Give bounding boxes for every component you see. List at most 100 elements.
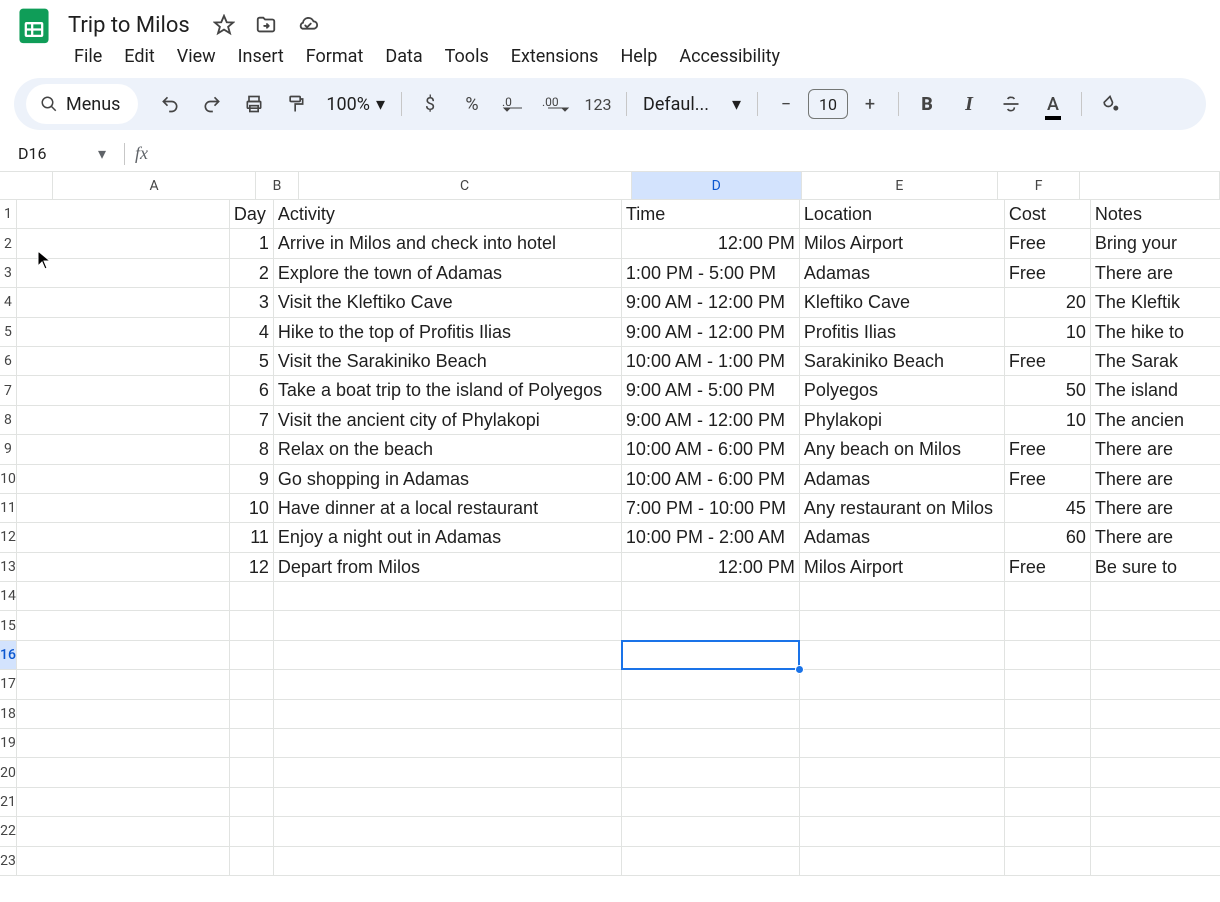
cell[interactable]: [17, 465, 230, 494]
cell[interactable]: [274, 641, 622, 670]
cloud-status-icon[interactable]: [296, 13, 320, 37]
cell[interactable]: [17, 523, 230, 552]
decrease-decimal-button[interactable]: .0: [496, 86, 532, 122]
move-folder-icon[interactable]: [254, 13, 278, 37]
row-header[interactable]: 13: [0, 553, 17, 582]
cell[interactable]: [230, 700, 274, 729]
column-header-A[interactable]: A: [53, 172, 257, 200]
cell[interactable]: Notes: [1091, 200, 1220, 229]
cell[interactable]: [17, 318, 230, 347]
row-header[interactable]: 4: [0, 288, 17, 317]
cell[interactable]: [17, 611, 230, 640]
cell[interactable]: [274, 847, 622, 876]
star-icon[interactable]: [212, 13, 236, 37]
cell[interactable]: 10:00 AM - 6:00 PM: [622, 435, 800, 464]
cell[interactable]: [622, 847, 800, 876]
row-header[interactable]: 20: [0, 758, 17, 787]
cell[interactable]: [1091, 611, 1220, 640]
cell[interactable]: [800, 582, 1005, 611]
menu-insert[interactable]: Insert: [228, 42, 294, 71]
cell[interactable]: Take a boat trip to the island of Polyeg…: [274, 376, 622, 405]
cell[interactable]: Free: [1005, 347, 1091, 376]
cell[interactable]: Activity: [274, 200, 622, 229]
cell[interactable]: The island: [1091, 376, 1220, 405]
font-family-select[interactable]: Defaul... ▾: [637, 94, 747, 115]
cell[interactable]: The ancien: [1091, 406, 1220, 435]
decrease-font-size-button[interactable]: −: [768, 86, 804, 122]
row-header[interactable]: 22: [0, 817, 17, 846]
row-headers[interactable]: 1234567891011121314151617181920212223: [0, 200, 17, 876]
cell[interactable]: [800, 670, 1005, 699]
row-header[interactable]: 9: [0, 435, 17, 464]
cell[interactable]: [800, 817, 1005, 846]
cell[interactable]: [1005, 729, 1091, 758]
more-formats-button[interactable]: 123: [580, 86, 616, 122]
cell[interactable]: [1091, 729, 1220, 758]
cell[interactable]: 8: [230, 435, 274, 464]
cell[interactable]: Sarakiniko Beach: [800, 347, 1005, 376]
cell[interactable]: 1: [230, 229, 274, 258]
row-header[interactable]: 19: [0, 729, 17, 758]
cell[interactable]: [274, 758, 622, 787]
cell[interactable]: [622, 611, 800, 640]
cell[interactable]: [622, 729, 800, 758]
select-all-corner[interactable]: [0, 172, 53, 200]
cell[interactable]: [17, 758, 230, 787]
menus-search[interactable]: Menus: [26, 84, 138, 124]
row-header[interactable]: 1: [0, 200, 17, 229]
cell[interactable]: [622, 700, 800, 729]
formula-input[interactable]: [148, 146, 1220, 162]
doc-title[interactable]: Trip to Milos: [64, 11, 194, 40]
cell[interactable]: Depart from Milos: [274, 553, 622, 582]
cell[interactable]: 9:00 AM - 5:00 PM: [622, 376, 800, 405]
cell[interactable]: 1:00 PM - 5:00 PM: [622, 259, 800, 288]
cell[interactable]: [230, 641, 274, 670]
cell[interactable]: 50: [1005, 376, 1091, 405]
paint-format-button[interactable]: [278, 86, 314, 122]
cell[interactable]: Hike to the top of Profitis Ilias: [274, 318, 622, 347]
cell[interactable]: [230, 670, 274, 699]
cell[interactable]: 12: [230, 553, 274, 582]
cell[interactable]: [17, 406, 230, 435]
menu-format[interactable]: Format: [296, 42, 374, 71]
row-header[interactable]: 5: [0, 318, 17, 347]
cell[interactable]: There are: [1091, 465, 1220, 494]
cell[interactable]: Free: [1005, 435, 1091, 464]
cell[interactable]: Free: [1005, 229, 1091, 258]
cell[interactable]: Visit the Sarakiniko Beach: [274, 347, 622, 376]
row-header[interactable]: 10: [0, 465, 17, 494]
cell[interactable]: [800, 611, 1005, 640]
fill-color-button[interactable]: [1092, 86, 1128, 122]
cell[interactable]: Free: [1005, 259, 1091, 288]
cell[interactable]: [17, 494, 230, 523]
cell[interactable]: Adamas: [800, 259, 1005, 288]
cell[interactable]: Go shopping in Adamas: [274, 465, 622, 494]
cell[interactable]: Day: [230, 200, 274, 229]
cell[interactable]: [17, 641, 230, 670]
italic-button[interactable]: I: [951, 86, 987, 122]
cell[interactable]: [1091, 700, 1220, 729]
row-header[interactable]: 6: [0, 347, 17, 376]
cell[interactable]: 20: [1005, 288, 1091, 317]
cell[interactable]: [622, 758, 800, 787]
cell[interactable]: Enjoy a night out in Adamas: [274, 523, 622, 552]
cell[interactable]: Visit the Kleftiko Cave: [274, 288, 622, 317]
name-box[interactable]: D16 ▾: [10, 144, 114, 163]
cell[interactable]: [1005, 582, 1091, 611]
cell[interactable]: 45: [1005, 494, 1091, 523]
undo-button[interactable]: [152, 86, 188, 122]
cell[interactable]: [1091, 847, 1220, 876]
cell[interactable]: [800, 788, 1005, 817]
cell[interactable]: 10:00 AM - 6:00 PM: [622, 465, 800, 494]
cell[interactable]: [17, 200, 230, 229]
percent-button[interactable]: %: [454, 86, 490, 122]
column-header-E[interactable]: E: [802, 172, 998, 200]
cell[interactable]: 2: [230, 259, 274, 288]
cell[interactable]: [622, 582, 800, 611]
cell[interactable]: [17, 582, 230, 611]
cell[interactable]: [274, 700, 622, 729]
cell[interactable]: Milos Airport: [800, 553, 1005, 582]
cell[interactable]: [1091, 582, 1220, 611]
cell[interactable]: Bring your: [1091, 229, 1220, 258]
font-size-input[interactable]: 10: [808, 89, 848, 119]
